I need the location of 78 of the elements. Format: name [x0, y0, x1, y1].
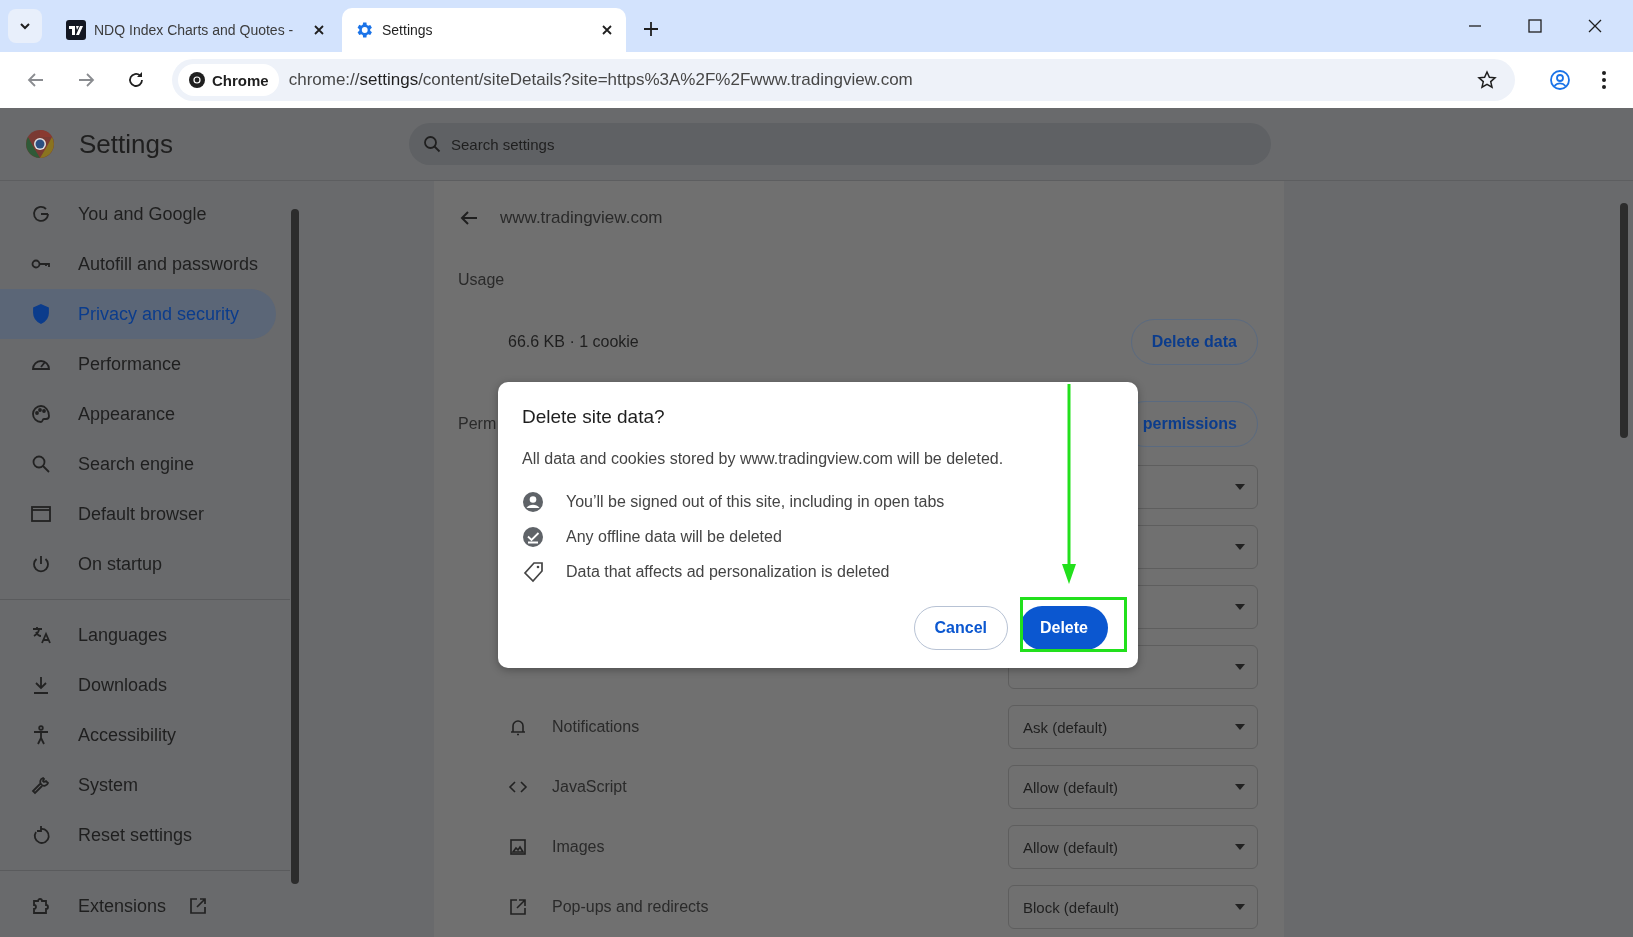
shield-icon — [30, 303, 52, 325]
section-heading: Perm — [458, 415, 497, 433]
sidebar-item[interactable]: Accessibility — [0, 710, 276, 760]
caret-icon — [1235, 664, 1245, 670]
sidebar-item[interactable]: Reset settings — [0, 810, 276, 860]
maximize-icon[interactable] — [1527, 18, 1543, 34]
sidebar-item[interactable]: Downloads — [0, 660, 276, 710]
profile-icon[interactable] — [1549, 69, 1571, 91]
dialog-item-text: You’ll be signed out of this site, including in open tabs — [566, 492, 945, 511]
google-icon — [30, 203, 52, 225]
permission-label: JavaScript — [552, 778, 627, 796]
chrome-logo-icon — [188, 71, 206, 89]
tab-title: Settings — [382, 22, 434, 38]
sidebar-item[interactable]: Performance — [0, 339, 276, 389]
sidebar-item[interactable]: Languages — [0, 610, 276, 660]
site-logo-icon — [66, 20, 86, 40]
dialog-item-text: Any offline data will be deleted — [566, 527, 782, 546]
check-circle-icon — [522, 525, 544, 548]
cancel-button[interactable]: Cancel — [913, 606, 1008, 650]
caret-icon — [1235, 784, 1245, 790]
usage-text: 66.6 KB · 1 cookie — [508, 333, 639, 351]
sidebar-item[interactable]: Default browser — [0, 489, 276, 539]
translate-icon — [30, 624, 52, 646]
permission-dropdown[interactable]: Block (default) — [1008, 885, 1258, 929]
sidebar-item[interactable]: System — [0, 760, 276, 810]
search-field[interactable]: Search settings — [409, 123, 1271, 165]
permission-label: Notifications — [552, 718, 640, 736]
bell-icon — [508, 717, 528, 737]
sidebar-item[interactable]: You and Google — [0, 189, 276, 239]
sidebar-item[interactable]: On startup — [0, 539, 276, 589]
search-icon — [30, 453, 52, 475]
dialog-item-text: Data that affects ad personalization is deleted — [566, 562, 890, 581]
sidebar-item[interactable]: Appearance — [0, 389, 276, 439]
puzzle-icon — [30, 895, 52, 917]
popup-icon — [508, 897, 528, 917]
star-icon[interactable] — [1477, 70, 1497, 90]
dialog-title: Delete site data? — [522, 406, 666, 428]
external-link-icon — [188, 896, 209, 916]
browser-icon — [30, 503, 52, 525]
power-icon — [30, 553, 52, 575]
caret-icon — [1235, 604, 1245, 610]
browser-tab[interactable]: Settings — [342, 8, 626, 52]
section-heading: Usage — [458, 271, 506, 289]
permission-label: Images — [552, 838, 605, 856]
chrome-logo-icon — [25, 129, 55, 159]
permission-label: Pop-ups and redirects — [552, 898, 709, 916]
permission-dropdown[interactable]: Allow (default) — [1008, 825, 1258, 869]
permission-dropdown[interactable]: Ask (default) — [1008, 705, 1258, 749]
site-name: www.tradingview.com — [500, 208, 663, 228]
caret-icon — [1235, 544, 1245, 550]
dialog-message: All data and cookies stored by www.tradingview.com will be deleted. — [522, 450, 1005, 468]
menu-icon[interactable] — [1601, 70, 1607, 90]
close-icon[interactable] — [600, 23, 614, 37]
browser-tab[interactable]: NDQ Index Charts and Quotes - — [54, 8, 338, 52]
permission-dropdown[interactable]: Allow (default) — [1008, 765, 1258, 809]
close-icon[interactable] — [312, 23, 326, 37]
caret-icon — [1235, 484, 1245, 490]
account-icon — [522, 490, 544, 513]
page-title: Settings — [79, 128, 174, 160]
url-text: chrome://settings/content/siteDetails?site=https%3A%2F%2Fwww.tradingview.com — [288, 70, 913, 90]
close-icon[interactable] — [1587, 18, 1603, 34]
sidebar-item[interactable]: Extensions — [0, 881, 276, 931]
site-chip[interactable]: Chrome — [178, 64, 279, 96]
new-tab-icon[interactable] — [642, 20, 660, 38]
address-bar[interactable]: Chrome chrome://settings/content/siteDetails?site=https%3A%2F%2Fwww.tradingview.com — [172, 59, 1515, 101]
reload-icon[interactable] — [126, 70, 146, 90]
sidebar-item[interactable]: Privacy and security — [0, 289, 276, 339]
tab-title: NDQ Index Charts and Quotes - — [94, 22, 295, 38]
caret-icon — [1235, 724, 1245, 730]
sidebar-item[interactable]: Autofill and passwords — [0, 239, 276, 289]
tab-search-button[interactable] — [8, 9, 42, 43]
palette-icon — [30, 403, 52, 425]
tag-icon — [522, 560, 544, 583]
wrench-icon — [30, 774, 52, 796]
sidebar-item[interactable]: Search engine — [0, 439, 276, 489]
caret-icon — [1235, 904, 1245, 910]
image-icon — [508, 837, 528, 857]
caret-icon — [1235, 844, 1245, 850]
